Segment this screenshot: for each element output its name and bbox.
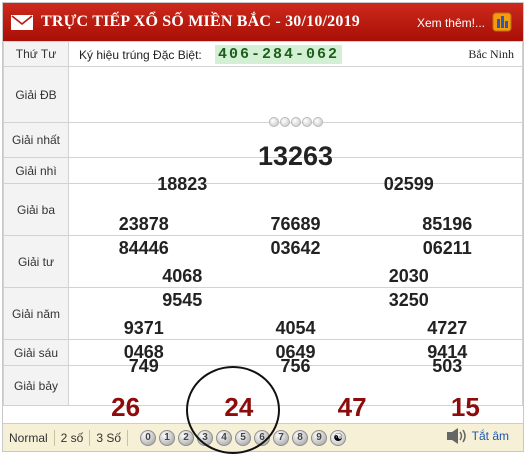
prize-number: 4054	[275, 317, 316, 338]
prize-label: Giải nhì	[3, 157, 69, 184]
prize-label: Giải nhất	[3, 122, 69, 158]
prize-label: Giải sáu	[3, 339, 69, 366]
prize-number: 03642	[270, 237, 321, 258]
prize-label: Giải năm	[3, 287, 69, 340]
speaker-icon	[446, 428, 466, 444]
digit-ball-9[interactable]: 9	[311, 429, 328, 446]
digit-ball-3[interactable]: 3	[197, 429, 214, 446]
prize-number: 26	[111, 391, 141, 422]
results-table: Thứ Tư Ký hiệu trúng Đặc Biệt: 406-284-0…	[3, 41, 523, 422]
digit-balls: 0 1 2 3 4 5 6 7 8 9 ☯	[140, 429, 347, 446]
header-bar: TRỰC TIẾP XỔ SỐ MIỀN BẮC - 30/10/2019 Xe…	[3, 3, 523, 41]
tab-normal[interactable]: Normal	[3, 429, 55, 446]
yin-yang-icon[interactable]: ☯	[330, 429, 347, 446]
digit-ball-5[interactable]: 5	[235, 429, 252, 446]
prize-number: 4727	[427, 317, 468, 338]
prize-number: 24	[224, 391, 254, 422]
prize-number: 84446	[118, 237, 169, 258]
lottery-widget: TRỰC TIẾP XỔ SỐ MIỀN BẮC - 30/10/2019 Xe…	[2, 2, 524, 452]
prize-row-db: Giải ĐB	[3, 66, 523, 127]
rss-icon[interactable]	[491, 11, 513, 33]
pending-result-icon	[268, 116, 323, 127]
prize-number: 756	[280, 355, 311, 376]
digit-ball-8[interactable]: 8	[292, 429, 309, 446]
digit-ball-6[interactable]: 6	[254, 429, 271, 446]
prize-number: 2030	[388, 265, 429, 286]
prize-number: 4068	[162, 265, 203, 286]
prize-label: Giải ĐB	[3, 66, 69, 123]
prize-number: 503	[432, 355, 463, 376]
prize-row-nam: Giải năm 9371 4054 4727 0468 0649 9414	[3, 287, 523, 362]
sound-toggle-button[interactable]: Tắt âm	[446, 428, 509, 444]
prize-number: 18823	[157, 173, 208, 194]
prize-number: 85196	[422, 213, 473, 234]
special-code: 406-284-062	[215, 45, 343, 64]
prize-number: 9545	[162, 289, 203, 310]
tab-2-so[interactable]: 2 số	[55, 429, 91, 446]
digit-ball-1[interactable]: 1	[159, 429, 176, 446]
digit-ball-4[interactable]: 4	[216, 429, 233, 446]
province-name: Bắc Ninh	[468, 47, 514, 61]
prize-row-ba: Giải ba 23878 76689 85196 84446 03642 06…	[3, 183, 523, 258]
prize-number: 15	[450, 391, 480, 422]
page-title: TRỰC TIẾP XỔ SỐ MIỀN BẮC - 30/10/2019	[41, 13, 360, 30]
day-label: Thứ Tư	[3, 41, 69, 67]
prize-number: 9371	[123, 317, 164, 338]
prize-number: 13263	[257, 141, 334, 171]
sound-label: Tắt âm	[471, 429, 509, 443]
prize-number: 47	[337, 391, 367, 422]
prize-number: 76689	[270, 213, 321, 234]
prize-number: 3250	[388, 289, 429, 310]
prize-row-nhat: Giải nhất 13263	[3, 122, 523, 171]
prize-number: 02599	[383, 173, 434, 194]
code-label: Ký hiệu trúng Đặc Biệt:	[79, 48, 202, 62]
digit-ball-2[interactable]: 2	[178, 429, 195, 446]
info-row: Thứ Tư Ký hiệu trúng Đặc Biệt: 406-284-0…	[3, 41, 523, 67]
footer-toolbar: Normal 2 số 3 Số 0 1 2 3 4 5 6 7 8 9 ☯ T…	[3, 423, 523, 451]
prize-number: 06211	[422, 237, 472, 258]
mail-icon	[11, 14, 33, 30]
prize-number: 23878	[118, 213, 169, 234]
prize-number: 749	[128, 355, 159, 376]
prize-label: Giải tư	[3, 235, 69, 288]
prize-label: Giải bảy	[3, 365, 69, 406]
digit-ball-7[interactable]: 7	[273, 429, 290, 446]
tab-3-so[interactable]: 3 Số	[90, 429, 129, 446]
digit-ball-0[interactable]: 0	[140, 429, 157, 446]
prize-label: Giải ba	[3, 183, 69, 236]
more-link[interactable]: Xem thêm!...	[417, 16, 485, 30]
